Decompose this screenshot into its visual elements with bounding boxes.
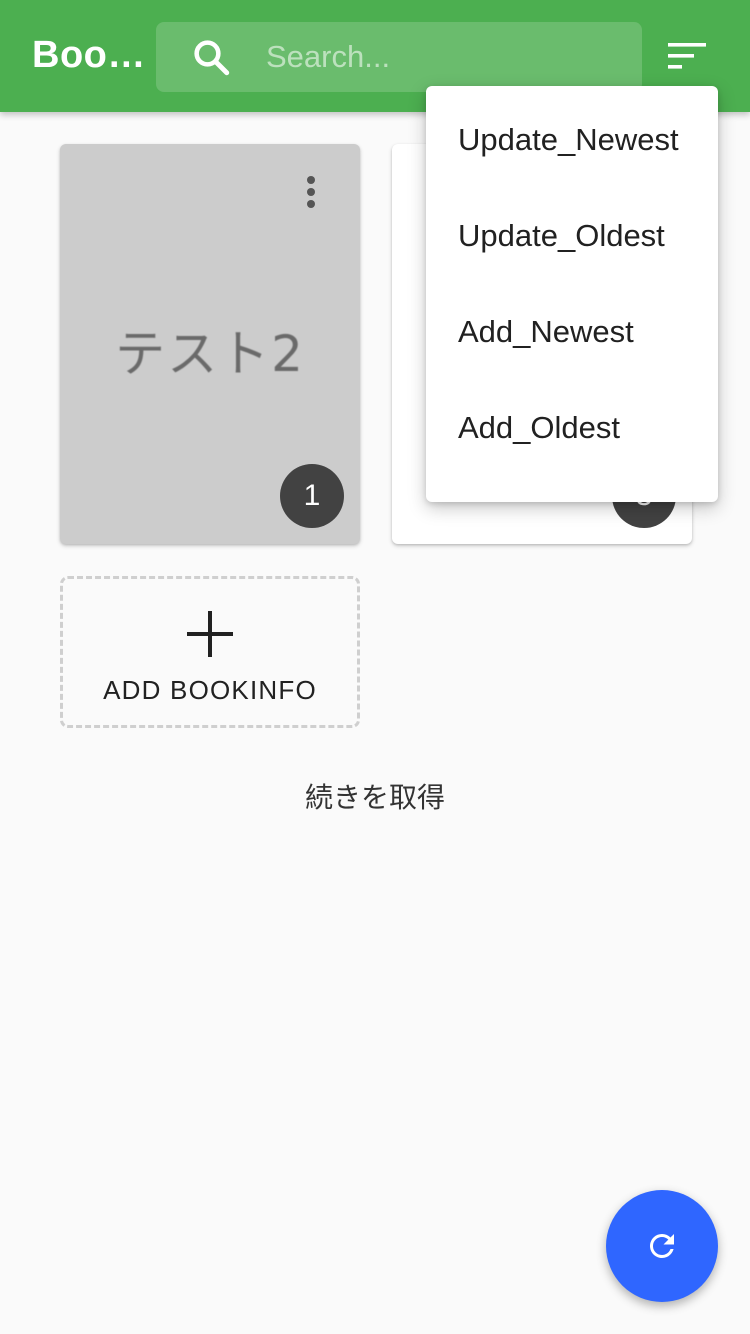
sort-option-add-newest[interactable]: Add_Newest	[426, 284, 718, 380]
sort-option-update-oldest[interactable]: Update_Oldest	[426, 188, 718, 284]
plus-icon	[187, 611, 233, 657]
search-icon	[190, 36, 232, 78]
book-title: テスト2	[115, 325, 305, 383]
book-card[interactable]: テスト2 1	[60, 144, 360, 544]
sort-icon	[668, 43, 706, 69]
sort-button[interactable]	[662, 30, 718, 86]
sort-menu: Update_Newest Update_Oldest Add_Newest A…	[426, 86, 718, 502]
sort-option-update-newest[interactable]: Update_Newest	[426, 92, 718, 188]
load-more-link[interactable]: 続きを取得	[0, 776, 750, 816]
add-bookinfo-label: ADD BOOKINFO	[103, 675, 317, 705]
add-bookinfo-button[interactable]: ADD BOOKINFO	[60, 576, 360, 728]
more-vert-icon[interactable]	[296, 172, 326, 212]
search-input[interactable]	[266, 34, 626, 80]
refresh-icon	[649, 1234, 674, 1258]
app-title: Book...	[32, 34, 154, 76]
search-box[interactable]	[156, 22, 642, 92]
sort-option-add-oldest[interactable]: Add_Oldest	[426, 380, 718, 476]
refresh-button[interactable]	[606, 1190, 718, 1302]
app-root: Book... テスト2 1 3	[0, 0, 750, 1334]
count-badge: 1	[280, 464, 344, 528]
